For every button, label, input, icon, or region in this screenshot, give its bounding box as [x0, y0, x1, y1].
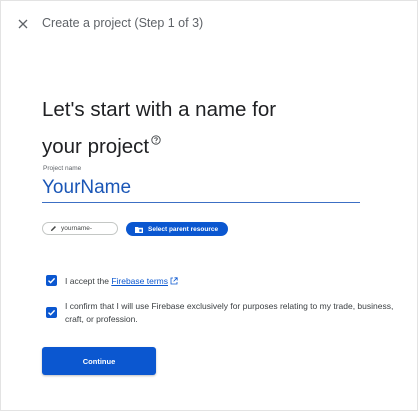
confirm-purpose-row: I confirm that I will use Firebase exclu…	[46, 300, 393, 326]
heading-line-1: Let's start with a name for	[42, 98, 277, 121]
top-bar: Create a project (Step 1 of 3)	[1, 1, 417, 47]
select-parent-label: Select parent resource	[148, 225, 219, 233]
checkmark-icon	[48, 277, 56, 284]
accept-terms-prefix: I accept the	[65, 276, 112, 286]
accept-terms-text: I accept the Firebase terms	[65, 275, 178, 289]
wizard-step-title: Create a project (Step 1 of 3)	[42, 16, 204, 30]
accept-terms-checkbox[interactable]	[46, 275, 57, 286]
confirm-purpose-line-2: craft, or profession.	[65, 314, 138, 324]
heading-line-2: your project	[42, 135, 150, 158]
open-in-new-icon[interactable]	[170, 276, 178, 289]
firebase-terms-link[interactable]: Firebase terms	[111, 276, 168, 286]
project-id-chip[interactable]: yourname-	[42, 222, 118, 235]
create-project-page: Create a project (Step 1 of 3) Let's sta…	[0, 0, 418, 411]
select-parent-resource-button[interactable]: Select parent resource	[126, 222, 228, 236]
continue-button[interactable]: Continue	[42, 347, 156, 375]
confirm-purpose-text: I confirm that I will use Firebase exclu…	[65, 300, 393, 326]
close-icon	[18, 19, 28, 29]
folder-icon	[135, 226, 143, 233]
close-button[interactable]	[14, 15, 32, 33]
pencil-icon	[50, 225, 57, 232]
confirm-purpose-line-1: I confirm that I will use Firebase exclu…	[65, 301, 394, 311]
project-name-input[interactable]	[42, 174, 360, 203]
page-heading: Let's start with a name for your project	[42, 95, 342, 161]
accept-terms-row: I accept the Firebase terms	[46, 275, 178, 289]
help-circle-icon[interactable]	[151, 124, 161, 153]
project-id-text: yourname-	[61, 225, 93, 232]
project-name-label: Project name	[43, 165, 82, 172]
checkmark-icon	[48, 309, 56, 316]
confirm-purpose-checkbox[interactable]	[46, 307, 57, 318]
